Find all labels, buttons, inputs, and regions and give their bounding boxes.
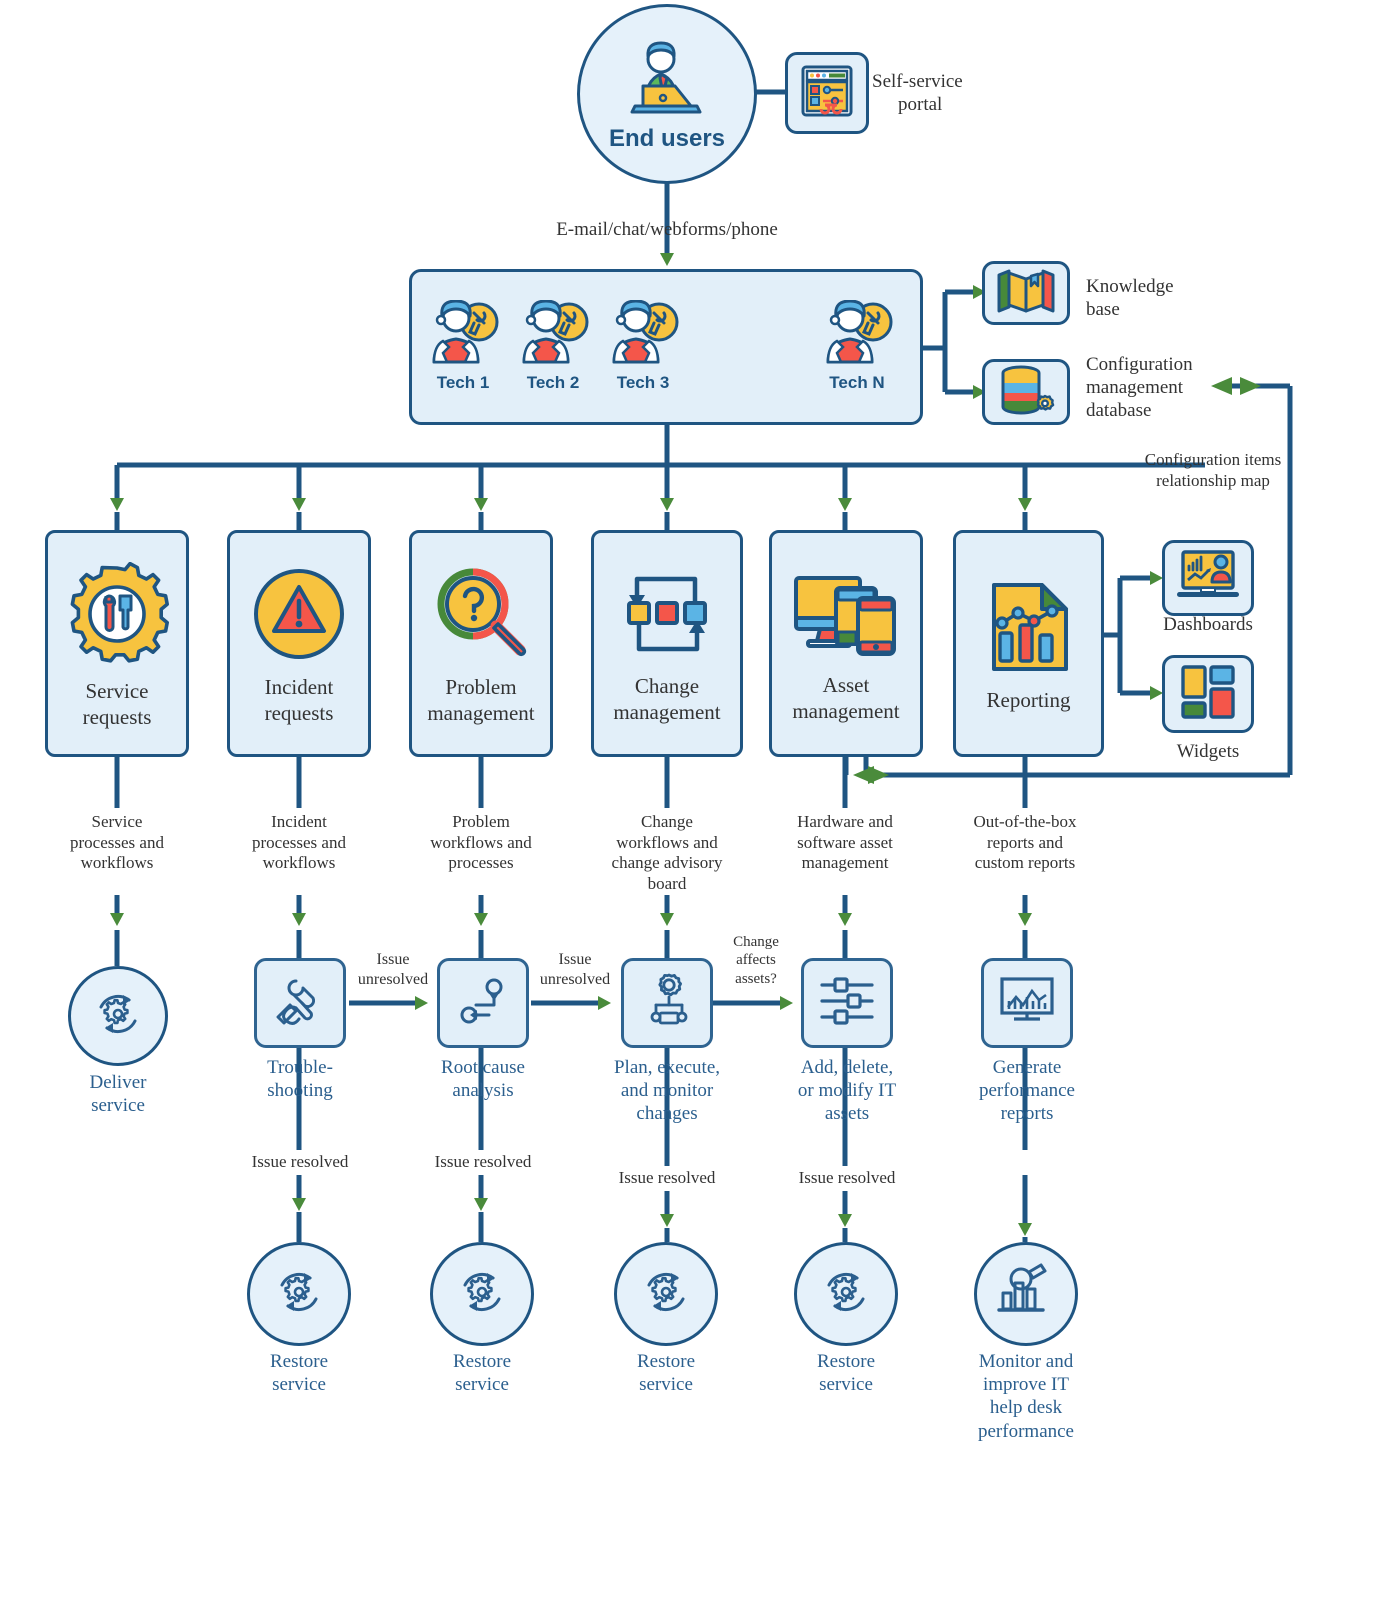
module-label: Reporting [986, 688, 1071, 713]
module-reporting[interactable]: Reporting [953, 530, 1104, 757]
cmdb-node[interactable] [982, 359, 1070, 425]
flow-label-change: Change workflows and change advisory boa… [611, 812, 723, 894]
refresh-gear-icon [637, 1263, 695, 1326]
channel-label: E-mail/chat/webforms/phone [556, 219, 778, 240]
outcome-label-restore-asset: Restore service [816, 1351, 876, 1396]
outcome-label-restore-change: Restore service [636, 1351, 696, 1396]
change-cycle-icon [619, 567, 715, 666]
dashboard-laptop-icon [1175, 548, 1241, 609]
step-troubleshooting[interactable] [254, 958, 346, 1048]
edge-label-issue-resolved-change: Issue resolved [618, 1168, 716, 1187]
flow-label-service: Service processes and workflows [70, 812, 164, 873]
technician-cell-2[interactable]: Tech 2 [514, 299, 592, 393]
module-label: Problem management [427, 675, 535, 725]
cmdb-relationship-map-label: Configuration items relationship map [1144, 450, 1282, 490]
end-users-label: End users [608, 124, 726, 152]
widgets-node[interactable] [1162, 655, 1254, 733]
warning-triangle-icon [251, 566, 347, 667]
outcome-restore-service-asset[interactable] [794, 1242, 898, 1346]
dashboards-node[interactable] [1162, 540, 1254, 616]
edge-label-issue-resolved-incident: Issue resolved [251, 1152, 349, 1171]
technician-name: Tech 2 [526, 373, 580, 392]
technician-cell-3[interactable]: Tech 3 [604, 299, 682, 393]
refresh-gear-icon [270, 1263, 328, 1326]
step-generate-performance-reports[interactable] [981, 958, 1073, 1048]
technician-cell-n[interactable]: Tech N [818, 299, 896, 393]
outcome-label-restore-incident: Restore service [269, 1351, 329, 1396]
step-label-troubleshooting: Trouble- shooting [267, 1057, 333, 1102]
root-cause-icon [455, 973, 511, 1034]
technician-name: Tech 1 [436, 373, 490, 392]
self-service-portal-label: Self-service portal [872, 71, 963, 116]
step-plan-execute-monitor[interactable] [621, 958, 713, 1048]
technician-name: Tech 3 [616, 373, 670, 392]
module-label: Incident requests [264, 675, 334, 725]
technician-icon [424, 299, 502, 371]
outcome-restore-service-change[interactable] [614, 1242, 718, 1346]
cmdb-label: Configuration management database [1086, 354, 1193, 422]
refresh-gear-icon [817, 1263, 875, 1326]
magnifier-question-icon [431, 566, 531, 667]
module-label: Change management [613, 674, 721, 724]
technician-icon [514, 299, 592, 371]
self-service-portal-node[interactable] [785, 52, 869, 134]
widgets-grid-icon [1179, 663, 1237, 726]
technician-icon [604, 299, 682, 371]
edge-label-issue-unresolved-1: Issue unresolved [357, 951, 429, 988]
dashboards-label: Dashboards [1163, 614, 1253, 635]
step-label-root-cause: Root cause analysis [441, 1057, 525, 1102]
technician-name: Tech N [829, 373, 885, 392]
gear-workflow-icon [638, 973, 696, 1034]
edge-label-issue-resolved-problem: Issue resolved [434, 1152, 532, 1171]
refresh-gear-icon [453, 1263, 511, 1326]
database-gear-icon [997, 364, 1055, 421]
outcome-deliver-service[interactable] [68, 966, 168, 1066]
chart-magnifier-icon [995, 1263, 1057, 1326]
module-incident-requests[interactable]: Incident requests [227, 530, 371, 757]
edge-label-issue-resolved-asset: Issue resolved [798, 1168, 896, 1187]
user-laptop-icon [621, 36, 713, 121]
outcome-monitor-improve[interactable] [974, 1242, 1078, 1346]
outcome-label-restore-problem: Restore service [452, 1351, 512, 1396]
module-problem-management[interactable]: Problem management [409, 530, 553, 757]
monitor-chart-icon [998, 975, 1056, 1032]
step-label-generate-reports: Generate performance reports [979, 1057, 1075, 1125]
step-label-plan-execute: Plan, execute, and monitor changes [613, 1057, 721, 1125]
portal-window-icon [799, 63, 855, 124]
knowledge-book-icon [995, 267, 1057, 320]
devices-icon [792, 568, 900, 665]
technician-cell-1[interactable]: Tech 1 [424, 299, 502, 393]
sliders-icon [818, 975, 876, 1032]
flow-label-problem: Problem workflows and processes [430, 812, 532, 873]
knowledge-base-label: Knowledge base [1086, 276, 1174, 321]
step-add-delete-modify-assets[interactable] [801, 958, 893, 1048]
step-label-assets: Add, delete, or modify IT assets [797, 1057, 897, 1125]
refresh-gear-icon [89, 985, 147, 1048]
module-service-requests[interactable]: Service requests [45, 530, 189, 757]
outcome-restore-service-problem[interactable] [430, 1242, 534, 1346]
diagram-canvas: End users Self-service portal E-mail/cha… [0, 0, 1374, 1600]
report-chart-icon [986, 579, 1072, 680]
outcome-label-monitor-improve: Monitor and improve IT help desk perform… [978, 1351, 1074, 1442]
edge-label-change-affects-assets: Change affects assets? [733, 934, 779, 987]
flow-label-incident: Incident processes and workflows [252, 812, 346, 873]
hand-wrench-icon [272, 973, 328, 1034]
module-label: Asset management [792, 673, 900, 723]
technician-icon [818, 299, 896, 371]
gear-tools-icon [65, 562, 169, 671]
outcome-label-deliver: Deliver service [89, 1072, 147, 1117]
outcome-restore-service-incident[interactable] [247, 1242, 351, 1346]
flow-label-asset: Hardware and software asset management [797, 812, 893, 873]
widgets-label: Widgets [1176, 741, 1240, 762]
knowledge-base-node[interactable] [982, 261, 1070, 325]
step-root-cause-analysis[interactable] [437, 958, 529, 1048]
edge-label-issue-unresolved-2: Issue unresolved [539, 951, 611, 988]
module-change-management[interactable]: Change management [591, 530, 743, 757]
end-users-node[interactable]: End users [577, 4, 757, 184]
flow-label-reporting: Out-of-the-box reports and custom report… [973, 812, 1077, 873]
module-asset-management[interactable]: Asset management [769, 530, 923, 757]
module-label: Service requests [82, 679, 152, 729]
